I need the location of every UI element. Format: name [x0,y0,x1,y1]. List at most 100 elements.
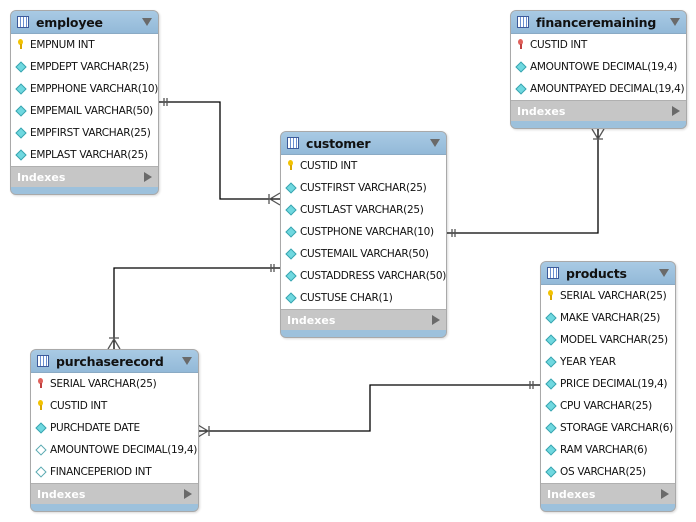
column-row[interactable]: MAKE VARCHAR(25) [541,307,675,329]
column-text: AMOUNTPAYED DECIMAL(19,4) [530,83,685,95]
expand-triangle-icon[interactable] [184,489,192,499]
table-financeremaining[interactable]: financeremaining CUSTID INT AMOUNTOWE DEC… [510,10,687,129]
table-name: financeremaining [536,14,657,30]
column-text: AMOUNTOWE DECIMAL(19,4) [50,444,197,456]
column-row[interactable]: EMPDEPT VARCHAR(25) [11,56,158,78]
column-row[interactable]: CUSTID INT [281,155,446,177]
column-row[interactable]: SERIAL VARCHAR(25) [31,373,198,395]
column-text: CUSTID INT [50,400,107,412]
column-text: MODEL VARCHAR(25) [560,334,668,346]
column-text: CUSTID INT [300,160,357,172]
column-row[interactable]: STORAGE VARCHAR(6) [541,417,675,439]
column-diamond-icon [546,378,556,390]
column-row[interactable]: CUSTEMAIL VARCHAR(50) [281,243,446,265]
column-text: PURCHDATE DATE [50,422,140,434]
table-name: purchaserecord [56,353,164,369]
table-employee[interactable]: employee EMPNUM INT EMPDEPT VARCHAR(25) EM… [10,10,159,195]
column-text: CUSTADDRESS VARCHAR(50) [300,270,447,282]
column-row[interactable]: FINANCEPERIOD INT [31,461,198,483]
collapse-triangle-icon[interactable] [430,139,440,147]
column-diamond-icon [546,422,556,434]
column-row[interactable]: AMOUNTOWE DECIMAL(19,4) [31,439,198,461]
expand-triangle-icon[interactable] [432,315,440,325]
column-row[interactable]: PURCHDATE DATE [31,417,198,439]
table-header[interactable]: products [541,262,675,285]
column-row[interactable]: SERIAL VARCHAR(25) [541,285,675,307]
table-name: employee [36,14,103,30]
table-header[interactable]: financeremaining [511,11,686,34]
column-row[interactable]: MODEL VARCHAR(25) [541,329,675,351]
table-icon [517,16,529,28]
column-text: EMPNUM INT [30,39,95,51]
table-header[interactable]: employee [11,11,158,34]
column-text: EMPEMAIL VARCHAR(50) [30,105,153,117]
column-text: FINANCEPERIOD INT [50,466,152,478]
column-row[interactable]: AMOUNTOWE DECIMAL(19,4) [511,56,686,78]
indexes-section[interactable]: Indexes [541,483,675,504]
table-icon [547,267,559,279]
table-name: customer [306,135,371,151]
rel-products-purchaserecord [198,384,540,432]
table-purchaserecord[interactable]: purchaserecord SERIAL VARCHAR(25) CUSTID … [30,349,199,512]
column-row[interactable]: CUSTUSE CHAR(1) [281,287,446,309]
rel-customer-purchaserecord [113,267,280,349]
column-row[interactable]: CPU VARCHAR(25) [541,395,675,417]
column-row[interactable]: YEAR YEAR [541,351,675,373]
column-row[interactable]: CUSTFIRST VARCHAR(25) [281,177,446,199]
column-text: CUSTPHONE VARCHAR(10) [300,226,434,238]
column-row[interactable]: CUSTADDRESS VARCHAR(50) [281,265,446,287]
column-row[interactable]: CUSTID INT [511,34,686,56]
table-footer [281,330,446,337]
column-row[interactable]: EMPNUM INT [11,34,158,56]
indexes-section[interactable]: Indexes [31,483,198,504]
column-text: AMOUNTOWE DECIMAL(19,4) [530,61,677,73]
table-customer[interactable]: customer CUSTID INT CUSTFIRST VARCHAR(25)… [280,131,447,338]
primary-key-icon [36,400,46,412]
column-diamond-icon [546,356,556,368]
expand-triangle-icon[interactable] [144,172,152,182]
column-row[interactable]: EMPEMAIL VARCHAR(50) [11,100,158,122]
column-row[interactable]: CUSTPHONE VARCHAR(10) [281,221,446,243]
column-diamond-icon [16,105,26,117]
column-text: SERIAL VARCHAR(25) [50,378,157,390]
column-row[interactable]: EMPPHONE VARCHAR(10) [11,78,158,100]
collapse-triangle-icon[interactable] [142,18,152,26]
column-diamond-icon [286,226,296,238]
column-row[interactable]: OS VARCHAR(25) [541,461,675,483]
column-row[interactable]: RAM VARCHAR(6) [541,439,675,461]
column-text: CUSTFIRST VARCHAR(25) [300,182,427,194]
column-row[interactable]: AMOUNTPAYED DECIMAL(19,4) [511,78,686,100]
column-text: OS VARCHAR(25) [560,466,646,478]
column-row[interactable]: EMPFIRST VARCHAR(25) [11,122,158,144]
column-diamond-icon [546,466,556,478]
expand-triangle-icon[interactable] [672,106,680,116]
indexes-section[interactable]: Indexes [11,166,158,187]
table-header[interactable]: purchaserecord [31,350,198,373]
collapse-triangle-icon[interactable] [659,269,669,277]
column-text: STORAGE VARCHAR(6) [560,422,673,434]
table-icon [37,355,49,367]
collapse-triangle-icon[interactable] [182,357,192,365]
collapse-triangle-icon[interactable] [670,18,680,26]
column-diamond-icon [286,270,296,282]
table-name: products [566,265,627,281]
column-row[interactable]: CUSTID INT [31,395,198,417]
column-diamond-icon [546,400,556,412]
expand-triangle-icon[interactable] [661,489,669,499]
indexes-section[interactable]: Indexes [511,100,686,121]
column-diamond-icon [286,248,296,260]
table-icon [287,137,299,149]
column-row[interactable]: PRICE DECIMAL(19,4) [541,373,675,395]
column-row[interactable]: EMPLAST VARCHAR(25) [11,144,158,166]
column-diamond-icon [516,61,526,73]
indexes-label: Indexes [517,104,566,118]
table-products[interactable]: products SERIAL VARCHAR(25) MAKE VARCHAR(… [540,261,676,512]
rel-customer-financeremaining [446,129,599,234]
column-diamond-icon [16,83,26,95]
column-row[interactable]: CUSTLAST VARCHAR(25) [281,199,446,221]
table-header[interactable]: customer [281,132,446,155]
table-footer [541,504,675,511]
column-diamond-icon [286,204,296,216]
indexes-section[interactable]: Indexes [281,309,446,330]
column-diamond-icon [16,61,26,73]
